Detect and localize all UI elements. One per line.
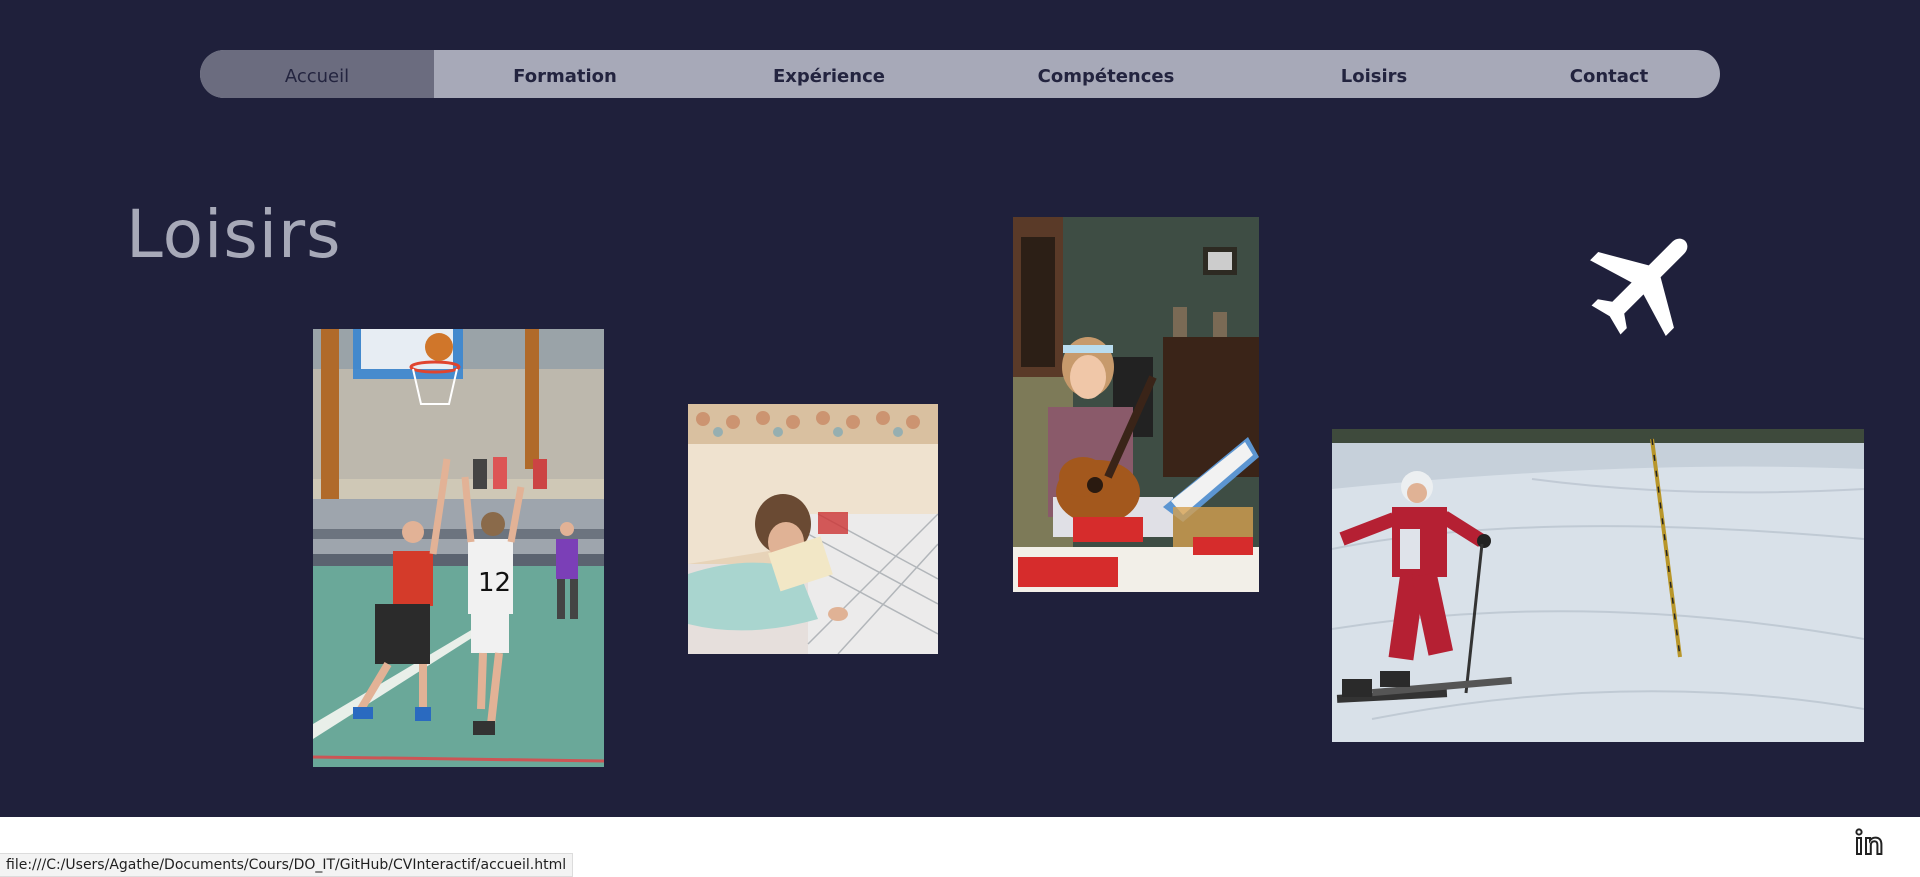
nav-item-formation[interactable]: Formation [434,50,696,98]
guitar-photo [1013,217,1259,592]
nav-item-competences[interactable]: Compétences [962,50,1250,98]
main-section: Accueil Formation Expérience Compétences… [0,0,1920,817]
nav-item-experience[interactable]: Expérience [696,50,962,98]
nav-item-loisirs[interactable]: Loisirs [1250,50,1498,98]
airplane-icon [1582,218,1708,344]
skiing-photo [1332,429,1864,742]
nav-item-accueil[interactable]: Accueil [200,50,434,98]
top-navigation: Accueil Formation Expérience Compétences… [200,50,1720,98]
reading-photo [688,404,938,654]
nav-item-contact[interactable]: Contact [1498,50,1720,98]
linkedin-icon[interactable] [1855,827,1887,859]
page-title: Loisirs [126,196,342,273]
browser-status-url: file:///C:/Users/Agathe/Documents/Cours/… [0,853,574,877]
basketball-photo: 12 [313,329,604,767]
svg-text:12: 12 [478,568,511,598]
